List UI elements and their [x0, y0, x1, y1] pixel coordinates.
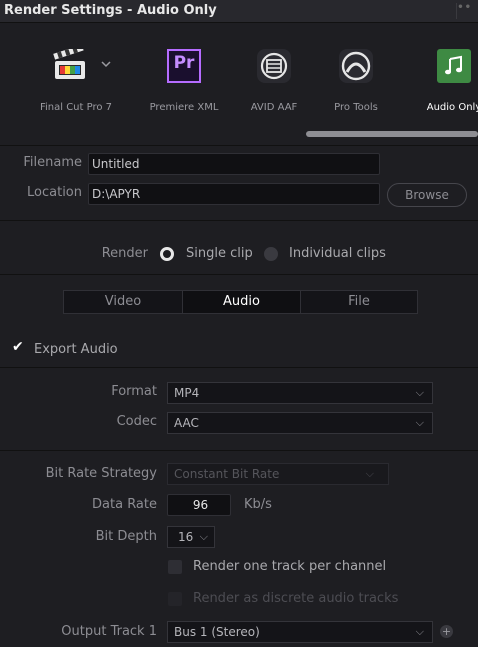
- bit-rate-strategy-value: Constant Bit Rate: [174, 467, 280, 481]
- individual-clips-label[interactable]: Individual clips: [289, 246, 386, 261]
- bit-rate-strategy-dropdown: Constant Bit Rate ⌵: [167, 463, 389, 485]
- preset-label: Pro Tools: [334, 102, 378, 113]
- bit-depth-label: Bit Depth: [95, 529, 157, 544]
- tab-video[interactable]: Video: [64, 291, 182, 313]
- data-rate-unit: Kb/s: [244, 497, 272, 512]
- music-note-icon: [437, 49, 471, 83]
- preset-audio-only[interactable]: Audio Only: [414, 23, 478, 123]
- location-field[interactable]: D:\APYR: [88, 183, 380, 205]
- divider: [0, 220, 478, 221]
- one-track-per-channel-label[interactable]: Render one track per channel: [193, 559, 386, 574]
- preset-label: Audio Only: [426, 102, 478, 113]
- window-title: Render Settings - Audio Only: [4, 3, 217, 18]
- location-label: Location: [27, 185, 82, 200]
- export-audio-label[interactable]: Export Audio: [34, 342, 118, 357]
- discrete-audio-tracks-label: Render as discrete audio tracks: [193, 591, 399, 606]
- data-rate-field[interactable]: 96: [167, 494, 231, 516]
- clapperboard-icon: [53, 49, 111, 79]
- chevron-down-icon: ⌵: [415, 416, 424, 429]
- format-dropdown[interactable]: MP4 ⌵: [167, 382, 433, 404]
- single-clip-radio[interactable]: [160, 247, 174, 261]
- bit-rate-strategy-label: Bit Rate Strategy: [45, 466, 157, 481]
- preset-scrollbar[interactable]: [306, 131, 478, 137]
- premiere-icon-text: Pr: [173, 53, 195, 73]
- tab-file[interactable]: File: [301, 291, 417, 313]
- render-label: Render: [101, 246, 148, 261]
- filename-field[interactable]: Untitled: [88, 153, 380, 175]
- title-bar: Render Settings - Audio Only ••: [0, 0, 478, 23]
- output-track-value: Bus 1 (Stereo): [174, 625, 260, 639]
- codec-value: AAC: [174, 416, 199, 430]
- preset-final-cut-pro-7[interactable]: Final Cut Pro 7: [36, 23, 116, 123]
- filename-label: Filename: [23, 155, 82, 170]
- codec-dropdown[interactable]: AAC ⌵: [167, 412, 433, 434]
- output-track-dropdown[interactable]: Bus 1 (Stereo) ⌵: [167, 621, 433, 643]
- bit-depth-dropdown[interactable]: 16 ⌵: [167, 526, 215, 548]
- browse-button[interactable]: Browse: [387, 183, 467, 207]
- pro-tools-icon: [339, 49, 373, 83]
- avid-icon: [257, 49, 291, 83]
- data-rate-label: Data Rate: [92, 497, 157, 512]
- add-output-track-icon[interactable]: +: [440, 625, 453, 638]
- bit-depth-value: 16: [178, 530, 194, 544]
- preset-pro-tools[interactable]: Pro Tools: [316, 23, 396, 123]
- preset-label: Final Cut Pro 7: [39, 102, 113, 113]
- export-audio-checkbox[interactable]: ✔: [12, 339, 24, 355]
- output-track-label: Output Track 1: [61, 624, 157, 639]
- format-label: Format: [111, 384, 157, 399]
- options-menu-icon[interactable]: ••: [457, 2, 472, 13]
- chevron-down-icon: ⌵: [415, 386, 424, 399]
- settings-tabs: Video Audio File: [63, 290, 418, 314]
- divider: [0, 367, 478, 368]
- one-track-per-channel-checkbox[interactable]: [168, 560, 182, 574]
- codec-label: Codec: [116, 414, 157, 429]
- chevron-down-icon: ⌵: [365, 467, 374, 480]
- divider: [0, 450, 478, 451]
- tab-audio[interactable]: Audio: [183, 291, 300, 313]
- divider: [0, 274, 478, 275]
- discrete-audio-tracks-checkbox: [168, 592, 182, 606]
- preset-premiere-xml[interactable]: Pr Premiere XML: [144, 23, 224, 123]
- single-clip-label[interactable]: Single clip: [186, 246, 253, 261]
- preset-avid-aaf[interactable]: AVID AAF: [234, 23, 314, 123]
- divider: [0, 145, 478, 146]
- preset-bar: Final Cut Pro 7 Pr Premiere XML AVID AAF…: [0, 23, 478, 143]
- chevron-down-icon: ⌵: [199, 530, 208, 543]
- chevron-down-icon: ⌵: [415, 625, 424, 638]
- individual-clips-radio[interactable]: [264, 247, 278, 261]
- preset-label: Premiere XML: [149, 102, 219, 113]
- format-value: MP4: [174, 386, 200, 400]
